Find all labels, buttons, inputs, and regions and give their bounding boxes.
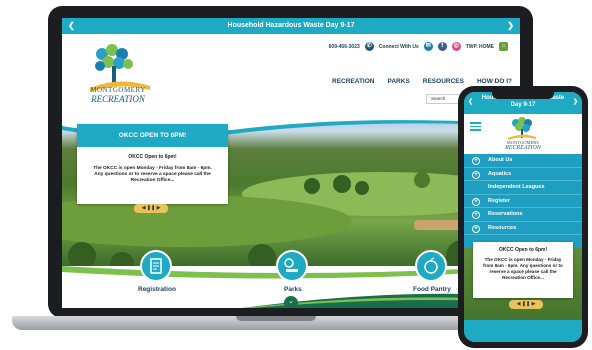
nav-resources[interactable]: RESOURCES [423, 78, 464, 85]
alert-prev-icon[interactable]: ❮ [68, 18, 75, 34]
phone-notch [492, 92, 554, 99]
card-subtitle: OKCC Open to 6pm! [128, 154, 177, 160]
menu-item-label: About Us [488, 157, 513, 163]
phone-header: MONTGOMERY RECREATION [464, 114, 582, 154]
menu-item-aquatics[interactable]: + Aquatics [464, 168, 582, 181]
menu-item-reservations[interactable]: + Reservations [464, 208, 582, 222]
service-parks[interactable]: Parks [284, 286, 302, 293]
card-title: OKCC OPEN TO 6PM! [77, 124, 228, 147]
registration-icon[interactable] [140, 250, 172, 282]
utility-bar: 609-466-3023 ✆ Connect With Us ✉ f ◎ TWP… [329, 42, 508, 51]
menu-item-label: Resources [488, 224, 517, 231]
news-card[interactable]: OKCC OPEN TO 6PM! OKCC Open to 6pm! The … [77, 124, 228, 204]
nav-parks[interactable]: PARKS [388, 78, 410, 85]
phone-alert-prev-icon[interactable]: ❮ [468, 98, 473, 105]
connect-label: Connect With Us [378, 43, 419, 50]
menu-item-label: Independent Leagues [488, 184, 545, 190]
plus-icon: + [472, 197, 480, 206]
service-food-pantry[interactable]: Food Pantry [413, 286, 451, 293]
food-pantry-icon[interactable] [415, 250, 447, 282]
phone-tree-logo-icon[interactable] [500, 116, 544, 140]
menu-item-resources[interactable]: + Resources [464, 222, 582, 235]
plus-icon: + [472, 157, 480, 165]
parks-icon[interactable] [276, 250, 308, 282]
laptop-notch [236, 316, 316, 321]
hamburger-menu-icon[interactable] [470, 122, 481, 131]
laptop-screen: ❮ Household Hazardous Waste Day 9-17 ❯ M… [62, 18, 520, 308]
phone-menu: + About Us + Aquatics Independent Leagues … [464, 154, 582, 248]
phone-number[interactable]: 609-466-3023 [329, 44, 360, 50]
menu-item-register[interactable]: + Register [464, 195, 582, 208]
plus-icon: + [472, 211, 480, 219]
instagram-icon[interactable]: ◎ [451, 42, 461, 51]
plus-icon: + [472, 170, 480, 179]
twp-home-link[interactable]: TWP. HOME [466, 44, 494, 50]
phone-news-card[interactable]: OKCC Open to 6pm! The OKCC is open Monda… [473, 242, 573, 298]
site-header: MONTGOMERY RECREATION 609-466-3023 ✆ Con… [62, 34, 520, 116]
logo-text: MONTGOMERY [90, 86, 146, 94]
menu-item-independent-leagues[interactable]: Independent Leagues [464, 181, 582, 195]
nav-recreation[interactable]: RECREATION [332, 78, 375, 85]
menu-item-label: Register [488, 197, 511, 204]
menu-item-label: Aquatics [488, 170, 512, 177]
services-strip: Registration Parks Food Pantry ⌄ [62, 250, 520, 308]
logo-subtext: RECREATION [91, 94, 145, 104]
phone-carousel-pager[interactable]: ◀ ❚❚ ▶ [509, 300, 543, 309]
chevron-down-icon[interactable]: ⌄ [284, 296, 298, 308]
phone-screen: ❮ Household Hazardous Waste Day 9-17 ❯ M… [464, 92, 582, 342]
phone-logo-subtext: RECREATION [505, 145, 541, 151]
mail-icon[interactable]: ✉ [423, 42, 433, 51]
card-body: The OKCC is open Monday - Friday from 8a… [93, 166, 212, 183]
alert-title[interactable]: Household Hazardous Waste Day 9-17 [228, 22, 355, 29]
menu-item-about-us[interactable]: + About Us [464, 154, 582, 168]
phone-icon[interactable]: ✆ [364, 42, 374, 51]
phone-alert-title-line2: Day 9-17 [510, 102, 536, 108]
phone-bottom-bar [464, 320, 582, 342]
service-registration[interactable]: Registration [138, 286, 176, 293]
facebook-icon[interactable]: f [437, 42, 447, 51]
carousel-pager[interactable]: ◀ ❚❚ ▶ [134, 204, 168, 213]
plus-icon: + [472, 224, 480, 233]
main-nav: RECREATION PARKS RESOURCES HOW DO I? [332, 78, 512, 85]
menu-item-label: Reservations [488, 211, 523, 217]
phone-alert-next-icon[interactable]: ❯ [573, 98, 578, 105]
nav-how-do-i[interactable]: HOW DO I? [477, 78, 512, 85]
alert-bar[interactable]: ❮ Household Hazardous Waste Day 9-17 ❯ [62, 18, 520, 34]
phone-card-body: The OKCC is open Monday - Friday from 8a… [483, 257, 563, 280]
phone-card-subtitle: OKCC Open to 6pm! [498, 247, 548, 253]
home-icon[interactable]: ⌂ [499, 42, 508, 51]
alert-next-icon[interactable]: ❯ [507, 18, 514, 34]
